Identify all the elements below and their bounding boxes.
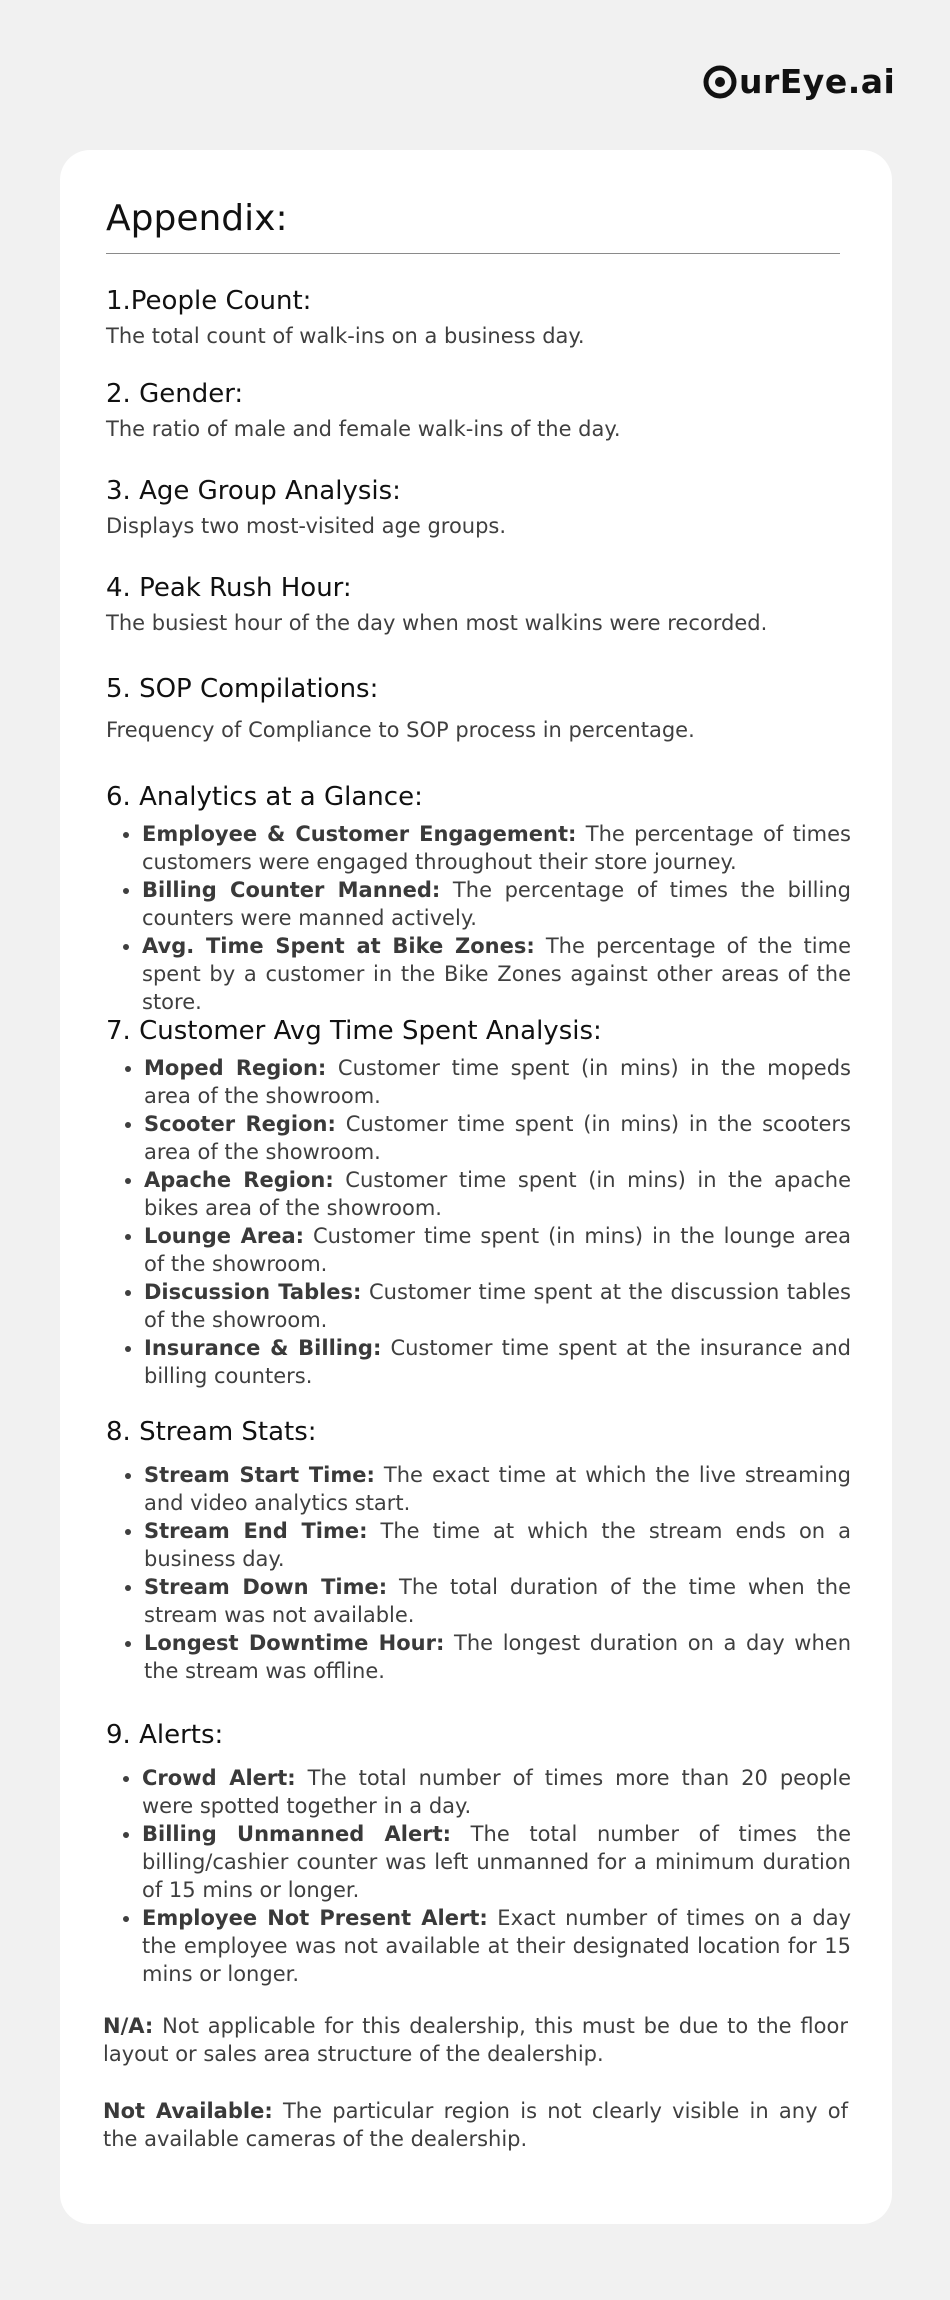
- ureye-logo: urEye.ai: [702, 62, 895, 101]
- item-term: Apache Region:: [144, 1168, 334, 1192]
- section-customer-time-spent: 7. Customer Avg Time Spent Analysis: Mop…: [106, 1016, 851, 1390]
- section-gender: 2. Gender: The ratio of male and female …: [106, 379, 851, 443]
- section-stream-stats: 8. Stream Stats: Stream Start Time: The …: [106, 1417, 851, 1685]
- list-item: Avg. Time Spent at Bike Zones: The perce…: [142, 932, 851, 1016]
- list-item: Employee Not Present Alert: Exact number…: [142, 1904, 851, 1988]
- appendix-title: Appendix:: [106, 198, 288, 239]
- section-heading: 3. Age Group Analysis:: [106, 476, 401, 506]
- section-description: Frequency of Compliance to SOP process i…: [106, 718, 695, 742]
- section-description: Displays two most-visited age groups.: [106, 514, 507, 538]
- list-item: Scooter Region: Customer time spent (in …: [144, 1110, 851, 1166]
- section-heading: 2. Gender:: [106, 379, 244, 409]
- list-item: Stream End Time: The time at which the s…: [144, 1517, 851, 1573]
- item-term: Scooter Region:: [144, 1112, 336, 1136]
- title-divider: [106, 253, 840, 254]
- section-heading: 6. Analytics at a Glance:: [106, 782, 423, 812]
- item-term: Employee & Customer Engagement:: [142, 822, 577, 846]
- item-term: Crowd Alert:: [142, 1766, 296, 1790]
- section-people-count: 1.People Count: The total count of walk-…: [106, 286, 851, 350]
- item-term: Stream End Time:: [144, 1519, 368, 1543]
- item-term: Longest Downtime Hour:: [144, 1631, 445, 1655]
- section-heading: 7. Customer Avg Time Spent Analysis:: [106, 1016, 602, 1046]
- item-term: Moped Region:: [144, 1056, 327, 1080]
- list-item: Stream Start Time: The exact time at whi…: [144, 1461, 851, 1517]
- list-item: Stream Down Time: The total duration of …: [144, 1573, 851, 1629]
- item-term: Avg. Time Spent at Bike Zones:: [142, 934, 535, 958]
- list-item: Apache Region: Customer time spent (in m…: [144, 1166, 851, 1222]
- list-item: Crowd Alert: The total number of times m…: [142, 1764, 851, 1820]
- time-spent-list: Moped Region: Customer time spent (in mi…: [106, 1054, 851, 1390]
- item-term: Billing Counter Manned:: [142, 878, 441, 902]
- stream-stats-list: Stream Start Time: The exact time at whi…: [106, 1461, 851, 1685]
- section-alerts: 9. Alerts: Crowd Alert: The total number…: [106, 1720, 851, 1988]
- item-term: Discussion Tables:: [144, 1280, 362, 1304]
- list-item: Billing Unmanned Alert: The total number…: [142, 1820, 851, 1904]
- section-heading: 9. Alerts:: [106, 1720, 224, 1750]
- logo-text: urEye.ai: [739, 62, 896, 101]
- note-text: Not applicable for this dealership, this…: [103, 2014, 848, 2066]
- analytics-list: Employee & Customer Engagement: The perc…: [106, 820, 851, 1016]
- section-heading: 5. SOP Compilations:: [106, 674, 379, 704]
- section-analytics-glance: 6. Analytics at a Glance: Employee & Cus…: [106, 782, 851, 1016]
- section-description: The total count of walk-ins on a busines…: [106, 324, 585, 348]
- note-term: Not Available:: [103, 2099, 273, 2123]
- item-term: Stream Down Time:: [144, 1575, 388, 1599]
- section-description: The ratio of male and female walk-ins of…: [106, 417, 621, 441]
- section-heading: 1.People Count:: [106, 286, 312, 316]
- item-term: Insurance & Billing:: [144, 1336, 382, 1360]
- list-item: Insurance & Billing: Customer time spent…: [144, 1334, 851, 1390]
- note-na: N/A: Not applicable for this dealership,…: [103, 2012, 848, 2068]
- list-item: Billing Counter Manned: The percentage o…: [142, 876, 851, 932]
- item-term: Billing Unmanned Alert:: [142, 1822, 452, 1846]
- section-heading: 4. Peak Rush Hour:: [106, 573, 352, 603]
- list-item: Moped Region: Customer time spent (in mi…: [144, 1054, 851, 1110]
- note-not-available: Not Available: The particular region is …: [103, 2097, 848, 2153]
- eye-target-icon: [703, 65, 737, 98]
- section-age-group: 3. Age Group Analysis: Displays two most…: [106, 476, 851, 540]
- alerts-list: Crowd Alert: The total number of times m…: [106, 1764, 851, 1988]
- appendix-card: Appendix: 1.People Count: The total coun…: [60, 150, 892, 2224]
- note-term: N/A:: [103, 2014, 154, 2038]
- item-term: Employee Not Present Alert:: [142, 1906, 488, 1930]
- list-item: Employee & Customer Engagement: The perc…: [142, 820, 851, 876]
- section-heading: 8. Stream Stats:: [106, 1417, 317, 1447]
- item-term: Lounge Area:: [144, 1224, 305, 1248]
- list-item: Longest Downtime Hour: The longest durat…: [144, 1629, 851, 1685]
- list-item: Discussion Tables: Customer time spent a…: [144, 1278, 851, 1334]
- section-peak-rush-hour: 4. Peak Rush Hour: The busiest hour of t…: [106, 573, 851, 637]
- section-description: The busiest hour of the day when most wa…: [106, 611, 768, 635]
- item-term: Stream Start Time:: [144, 1463, 375, 1487]
- list-item: Lounge Area: Customer time spent (in min…: [144, 1222, 851, 1278]
- section-sop-compilations: 5. SOP Compilations: Frequency of Compli…: [106, 674, 851, 744]
